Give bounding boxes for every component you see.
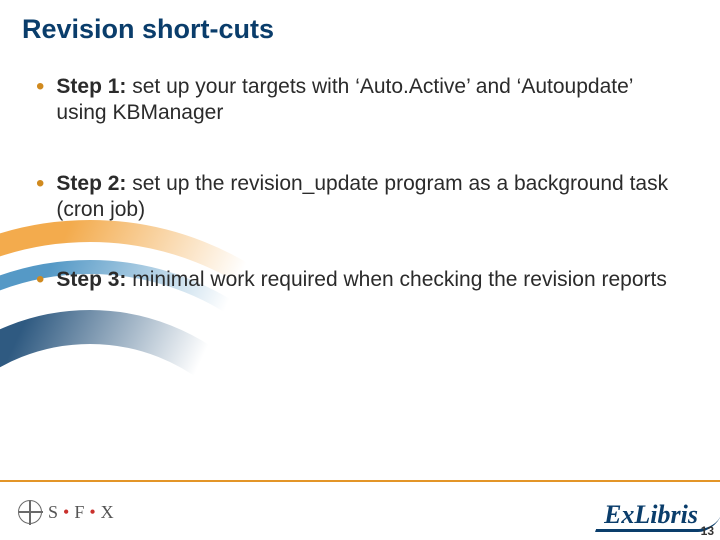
bullet-text: Step 1: set up your targets with ‘Auto.A… [56, 74, 676, 127]
footer-bar: S•F•X ExLibris 13 [0, 480, 720, 540]
bullet-icon: • [36, 74, 44, 100]
bullet-list: • Step 1: set up your targets with ‘Auto… [36, 74, 676, 337]
bullet-label: Step 2: [56, 172, 126, 195]
bullet-label: Step 1: [56, 75, 126, 98]
page-number: 13 [701, 524, 714, 538]
globe-icon [18, 500, 42, 524]
bullet-text: Step 2: set up the revision_update progr… [56, 171, 676, 224]
bullet-body: minimal work required when checking the … [126, 268, 666, 291]
bullet-label: Step 3: [56, 268, 126, 291]
bullet-body: set up the revision_update program as a … [56, 172, 668, 221]
bullet-body: set up your targets with ‘Auto.Active’ a… [56, 75, 632, 124]
slide: Revision short-cuts • Step 1: set up you… [0, 0, 720, 540]
sfx-logo: S•F•X [18, 500, 115, 524]
bullet-text: Step 3: minimal work required when check… [56, 267, 676, 293]
list-item: • Step 3: minimal work required when che… [36, 267, 676, 293]
list-item: • Step 2: set up the revision_update pro… [36, 171, 676, 224]
exlibris-logo: ExLibris [604, 500, 698, 530]
slide-title: Revision short-cuts [22, 14, 274, 45]
list-item: • Step 1: set up your targets with ‘Auto… [36, 74, 676, 127]
sfx-letters: S•F•X [48, 502, 115, 523]
bullet-icon: • [36, 267, 44, 293]
bullet-icon: • [36, 171, 44, 197]
